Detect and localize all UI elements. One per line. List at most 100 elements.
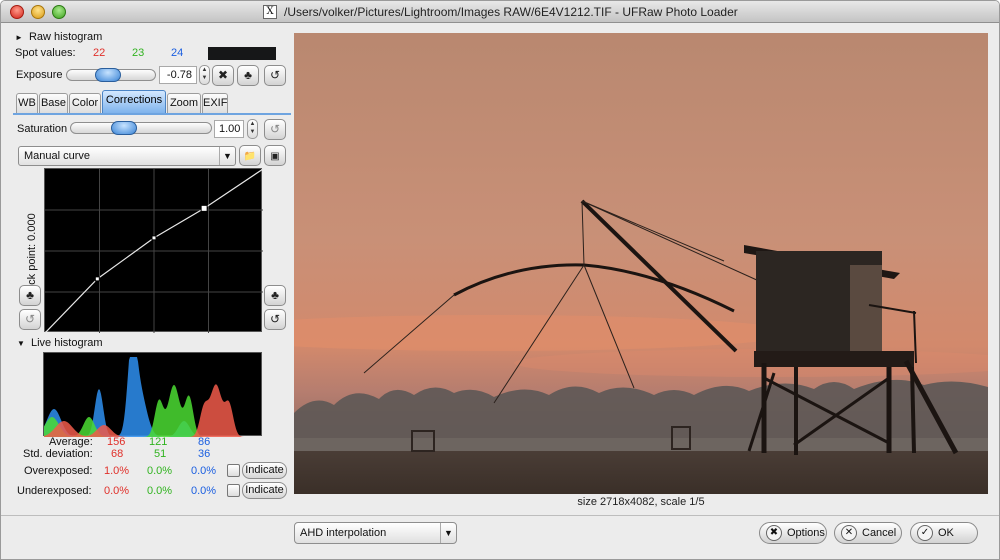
curve-anchor-point[interactable] — [200, 204, 208, 212]
cancel-icon: ✕ — [841, 525, 857, 541]
title-bar[interactable]: X /Users/volker/Pictures/Lightroom/Image… — [1, 1, 999, 23]
x11-app-icon: X — [263, 5, 277, 19]
live-histogram-expander[interactable]: ▼ Live histogram — [17, 337, 103, 349]
curve-dropdown[interactable]: Manual curve ▼ — [18, 146, 236, 166]
curve-svg[interactable] — [44, 168, 264, 334]
saturation-label: Saturation — [17, 123, 68, 135]
exposure-reset-button[interactable]: ↺ — [264, 65, 286, 86]
curve-dropdown-value: Manual curve — [24, 150, 91, 162]
folder-icon: 📁 — [243, 151, 257, 162]
window-title: /Users/volker/Pictures/Lightroom/Images … — [284, 5, 738, 19]
indicate-overexposed-button[interactable]: Indicate — [242, 462, 287, 479]
control-panel: ► Raw histogram Spot values: 22 23 24 Ex… — [13, 31, 291, 501]
load-curve-button[interactable]: 📁 — [239, 145, 261, 166]
curve-auto-button[interactable]: ♣ — [264, 285, 286, 306]
average-red: 156 — [107, 436, 126, 448]
clover-icon: ♣ — [244, 68, 252, 82]
raw-histogram-expander[interactable]: ► Raw histogram — [15, 31, 102, 43]
ufraw-window: X /Users/volker/Pictures/Lightroom/Image… — [0, 0, 1000, 560]
stddev-red: 68 — [111, 448, 124, 460]
underexposed-red: 0.0% — [104, 485, 130, 497]
exposure-slider-knob[interactable] — [95, 68, 121, 82]
tab-wb[interactable]: WB — [16, 93, 38, 113]
live-histogram-label: Live histogram — [30, 337, 103, 349]
spot-values-label: Spot values: — [15, 47, 76, 59]
preview-photo-svg — [294, 33, 988, 494]
checkmark-icon: ✓ — [917, 525, 933, 541]
interpolation-dropdown-value: AHD interpolation — [300, 527, 387, 539]
overexposed-blue: 0.0% — [191, 465, 217, 477]
cancel-button-label: Cancel — [862, 527, 897, 539]
exposure-slider[interactable] — [66, 68, 156, 82]
exposure-label: Exposure — [16, 69, 63, 81]
bottom-divider — [1, 515, 999, 516]
expander-down-icon: ▼ — [17, 339, 25, 348]
average-blue: 86 — [198, 436, 211, 448]
spot-value-red: 22 — [93, 47, 106, 59]
live-histogram-svg — [44, 357, 263, 437]
chevron-down-icon: ▼ — [219, 147, 235, 165]
underexposed-green: 0.0% — [147, 485, 173, 497]
close-window-button[interactable] — [10, 5, 24, 19]
saturation-slider-knob[interactable] — [111, 121, 137, 135]
black-point-auto-button[interactable]: ♣ — [19, 285, 41, 306]
underexposed-blue: 0.0% — [191, 485, 217, 497]
underexposed-checkbox[interactable] — [227, 484, 240, 497]
curve-anchor-point[interactable] — [151, 235, 157, 241]
image-preview[interactable] — [294, 33, 988, 494]
ok-button-label: OK — [938, 527, 954, 539]
overexposed-green: 0.0% — [147, 465, 173, 477]
save-icon: ▣ — [270, 151, 280, 162]
zoom-window-button[interactable] — [52, 5, 66, 19]
indicate-underexposed-button[interactable]: Indicate — [242, 482, 287, 499]
spot-value-blue: 24 — [171, 47, 184, 59]
curve-editor[interactable] — [44, 168, 264, 334]
save-curve-button[interactable]: ▣ — [264, 145, 286, 166]
tab-exif[interactable]: EXIF — [202, 93, 228, 113]
spot-value-green: 23 — [132, 47, 145, 59]
exposure-value-field[interactable]: -0.78 — [159, 66, 197, 84]
curve-reset-button[interactable]: ↺ — [264, 309, 286, 330]
saturation-value-field[interactable]: 1.00 — [214, 120, 244, 138]
exposure-auto-button[interactable]: ♣ — [237, 65, 259, 86]
preview-size-caption: size 2718x4082, scale 1/5 — [577, 496, 705, 508]
overexposed-checkbox[interactable] — [227, 464, 240, 477]
tab-color[interactable]: Color — [69, 93, 101, 113]
raw-histogram-label: Raw histogram — [28, 31, 103, 43]
tab-corrections[interactable]: Corrections — [102, 90, 166, 113]
tab-zoom[interactable]: Zoom — [167, 93, 201, 113]
spot-color-swatch — [208, 47, 276, 60]
stddev-green: 51 — [154, 448, 167, 460]
tools-icon: ✖ — [766, 525, 782, 541]
cancel-button[interactable]: ✕ Cancel — [834, 522, 902, 544]
interpolation-dropdown[interactable]: AHD interpolation ▼ — [294, 522, 457, 544]
tab-base[interactable]: Base — [39, 93, 68, 113]
clover-icon: ♣ — [26, 288, 34, 302]
curve-anchor-point[interactable] — [94, 276, 100, 282]
auto-adjust-button[interactable]: ✖ — [212, 65, 234, 86]
options-button-label: Options — [787, 527, 825, 539]
saturation-reset-button[interactable]: ↺ — [264, 119, 286, 140]
reset-icon: ↺ — [24, 312, 36, 326]
overexposed-label: Overexposed: — [24, 465, 93, 477]
expander-right-icon: ► — [15, 33, 23, 42]
minimize-window-button[interactable] — [31, 5, 45, 19]
tab-underline — [13, 113, 291, 115]
exposure-spinner[interactable]: ▲ ▼ — [199, 65, 210, 85]
stddev-label: Std. deviation: — [23, 448, 93, 460]
saturation-spinner[interactable]: ▲ ▼ — [247, 119, 258, 139]
saturation-slider[interactable] — [70, 121, 212, 135]
reset-icon: ↺ — [269, 312, 281, 326]
reset-icon: ↺ — [269, 68, 281, 82]
clover-icon: ♣ — [271, 288, 279, 302]
ok-button[interactable]: ✓ OK — [910, 522, 978, 544]
black-point-reset-button[interactable]: ↺ — [19, 309, 41, 330]
overexposed-red: 1.0% — [104, 465, 130, 477]
chevron-down-icon: ▼ — [440, 523, 456, 543]
underexposed-label: Underexposed: — [17, 485, 92, 497]
options-button[interactable]: ✖ Options — [759, 522, 827, 544]
average-label: Average: — [49, 436, 93, 448]
average-green: 121 — [149, 436, 168, 448]
live-histogram — [43, 352, 263, 437]
reset-icon: ↺ — [269, 122, 281, 136]
